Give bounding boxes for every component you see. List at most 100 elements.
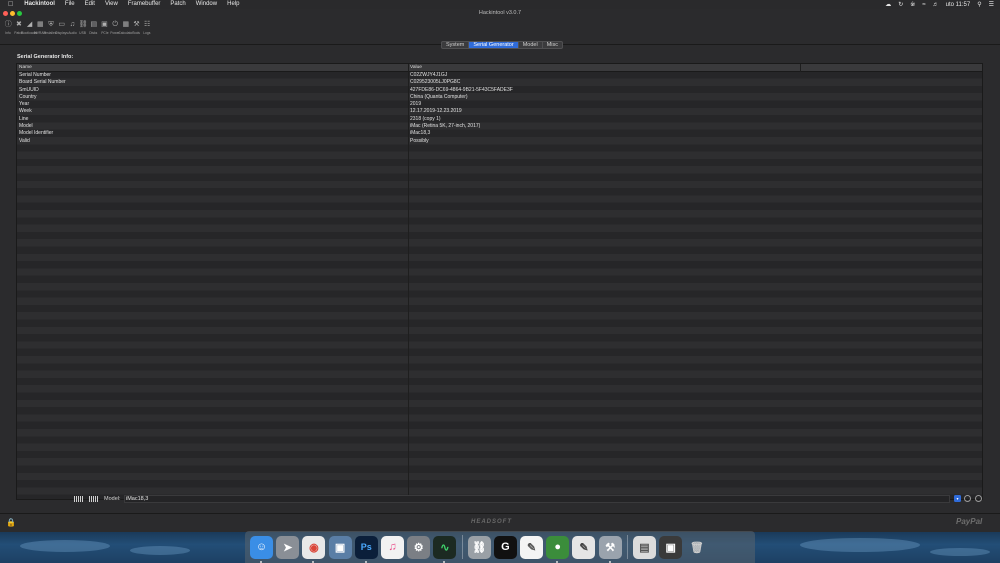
power-icon: ⏻ xyxy=(112,21,118,28)
column-header-value[interactable]: Value xyxy=(410,65,422,70)
column-divider[interactable] xyxy=(800,64,801,72)
documents-icon[interactable]: ▤ xyxy=(633,535,656,559)
tab-misc[interactable]: Misc xyxy=(543,42,562,48)
dock-separator xyxy=(461,535,463,559)
row-value: iMac (Retina 5K, 27-inch, 2017) xyxy=(410,123,481,130)
row-value: 2318 (copy 1) xyxy=(410,115,441,122)
table-row[interactable]: Serial Number C02ZWJY4J1GJ xyxy=(17,72,982,79)
disk-icon: ▤ xyxy=(90,21,98,28)
toolbar-info-button[interactable]: ⓘ Info xyxy=(3,17,14,43)
activity-monitor-icon[interactable]: ∿ xyxy=(433,535,457,563)
app-window: Hackintool v3.0.7 ⓘ Info ✖ Patch ◢ Bootload… xyxy=(0,9,1000,532)
toolbar-power-button[interactable]: ⏻ Power xyxy=(110,17,121,43)
model-field[interactable]: iMac18,3 xyxy=(124,495,950,503)
toolbar-calculator-button[interactable]: ▦ Calculator xyxy=(118,17,134,43)
menu-view[interactable]: View xyxy=(100,0,123,9)
trash-icon[interactable]: 🗑 xyxy=(685,536,708,559)
eye-icon[interactable] xyxy=(964,495,971,502)
table-row[interactable]: Country China (Quanta Computer) xyxy=(17,94,982,101)
toolbar-label: Disks xyxy=(89,31,98,35)
toolbar-tools-button[interactable]: ⚒ Tools xyxy=(131,17,142,43)
row-value: China (Quanta Computer) xyxy=(410,93,468,100)
bottom-bar: Model: iMac18,3 ▾ xyxy=(0,493,1000,505)
search-icon[interactable]: ⚲ xyxy=(977,1,981,8)
apple-menu-icon[interactable]:  xyxy=(0,0,19,9)
system-preferences-icon[interactable]: ⚙ xyxy=(407,535,431,559)
clock[interactable]: uto 11:57 xyxy=(946,2,971,8)
script-editor-icon[interactable]: ✎ xyxy=(572,535,596,559)
table-row[interactable]: Year 2019 xyxy=(17,101,982,108)
toolbar-bootloader-button[interactable]: ◢ Bootloader xyxy=(22,17,38,43)
section-title: Serial Generator Info: xyxy=(17,54,74,60)
preview-icon[interactable]: ▣ xyxy=(328,535,352,559)
table-row[interactable]: Week 12.17.2019-12.23.2019 xyxy=(17,108,982,115)
table-row[interactable]: SmUUID 427FDE86-DC69-4864-9B21-5F43C5FADE… xyxy=(17,87,982,94)
wifi-icon[interactable]: ≈ xyxy=(922,2,925,8)
minimize-icon[interactable] xyxy=(10,11,15,16)
model-select-button[interactable]: ▾ xyxy=(954,495,961,502)
tab-system[interactable]: System xyxy=(442,42,470,48)
toolbar-audio-button[interactable]: ♫ Audio xyxy=(67,17,78,43)
toolbar-logs-button[interactable]: ☷ Logs xyxy=(142,17,153,43)
row-value: 2019 xyxy=(410,101,422,108)
menu-app[interactable]: Hackintool xyxy=(19,0,60,9)
launchpad-icon[interactable]: ➤ xyxy=(276,535,300,559)
tab-model[interactable]: Model xyxy=(519,42,543,48)
table-row[interactable]: Valid Possibly xyxy=(17,138,982,145)
logitech-icon[interactable]: G xyxy=(493,535,517,559)
table-row[interactable]: Model Identifier iMac18,3 xyxy=(17,130,982,137)
table-row[interactable]: Model iMac (Retina 5K, 27-inch, 2017) xyxy=(17,123,982,130)
chrome-icon[interactable]: ◉ xyxy=(302,535,326,563)
boot-icon: ◢ xyxy=(26,21,33,28)
paypal-donate-button[interactable]: PayPal xyxy=(956,517,996,530)
toolbar-installed-button[interactable]: ⛨ Installed xyxy=(45,17,57,43)
refresh-icon[interactable]: ↻ xyxy=(898,1,903,8)
menu-framebuffer[interactable]: Framebuffer xyxy=(123,0,166,9)
toolbar-pcie-button[interactable]: ▣ PCIe xyxy=(99,17,110,43)
toolbar-nvram-button[interactable]: ▦ NVRAM xyxy=(34,17,46,43)
bluetooth-icon[interactable]: ※ xyxy=(910,1,915,8)
tab-bar: System Serial Generator Model Misc xyxy=(441,41,563,49)
downloads-stack-icon[interactable]: ▣ xyxy=(659,535,683,559)
toolbar-displays-button[interactable]: ▭ Displays xyxy=(55,17,68,43)
menu-list-icon[interactable]: ☰ xyxy=(989,1,994,8)
title-bar: Hackintool v3.0.7 xyxy=(0,9,1000,17)
dock-separator xyxy=(626,535,628,559)
volume-icon[interactable]: ♬ xyxy=(933,2,939,8)
status-area: ☁ ↻ ※ ≈ ♬ uto 11:57 ⚲ ☰ xyxy=(885,1,1000,9)
row-name: Valid xyxy=(19,137,30,144)
table-row[interactable]: Line 2318 (copy 1) xyxy=(17,116,982,123)
menu-window[interactable]: Window xyxy=(191,0,222,9)
finder-icon[interactable]: ☺ xyxy=(250,535,273,563)
table-header: Name Value xyxy=(17,64,982,72)
toolbar-patch-button[interactable]: ✖ Patch xyxy=(14,17,25,43)
pci-icon: ▣ xyxy=(101,21,108,28)
app-icon[interactable]: ● xyxy=(546,535,570,563)
lock-icon[interactable]: 🔒 xyxy=(6,519,16,527)
toolbar-usb-button[interactable]: ⛓ USB xyxy=(78,17,89,43)
toolbar-disks-button[interactable]: ▤ Disks xyxy=(89,17,100,43)
refresh-icon[interactable] xyxy=(975,495,982,502)
tab-serial-generator[interactable]: Serial Generator xyxy=(469,42,519,48)
menu-patch[interactable]: Patch xyxy=(165,0,190,9)
row-name: Serial Number xyxy=(19,72,51,78)
close-icon[interactable] xyxy=(3,11,8,16)
textedit-icon[interactable]: ✎ xyxy=(520,535,544,559)
hackintool-icon[interactable]: ⚒ xyxy=(598,535,622,563)
disk-utility-icon[interactable]: ⛓ xyxy=(467,535,491,559)
menu-help[interactable]: Help xyxy=(222,0,244,9)
speaker-icon: ♫ xyxy=(69,21,75,28)
chip-icon: ▦ xyxy=(37,21,44,28)
itunes-icon[interactable]: ♫ xyxy=(380,535,404,559)
photoshop-icon[interactable]: Ps xyxy=(354,535,378,563)
barcode-icon[interactable] xyxy=(89,496,99,502)
barcode-icon[interactable] xyxy=(74,496,84,502)
zoom-icon[interactable] xyxy=(17,11,22,16)
cloud-icon[interactable]: ☁ xyxy=(885,1,891,8)
menu-file[interactable]: File xyxy=(60,0,80,9)
table-row[interactable]: Board Serial Number C029523005LJ0PG8C xyxy=(17,79,982,86)
column-header-name[interactable]: Name xyxy=(19,65,32,70)
menu-edit[interactable]: Edit xyxy=(80,0,100,9)
toolbar-label: Calculator xyxy=(118,31,134,35)
toolbar-label: Info xyxy=(5,31,12,35)
